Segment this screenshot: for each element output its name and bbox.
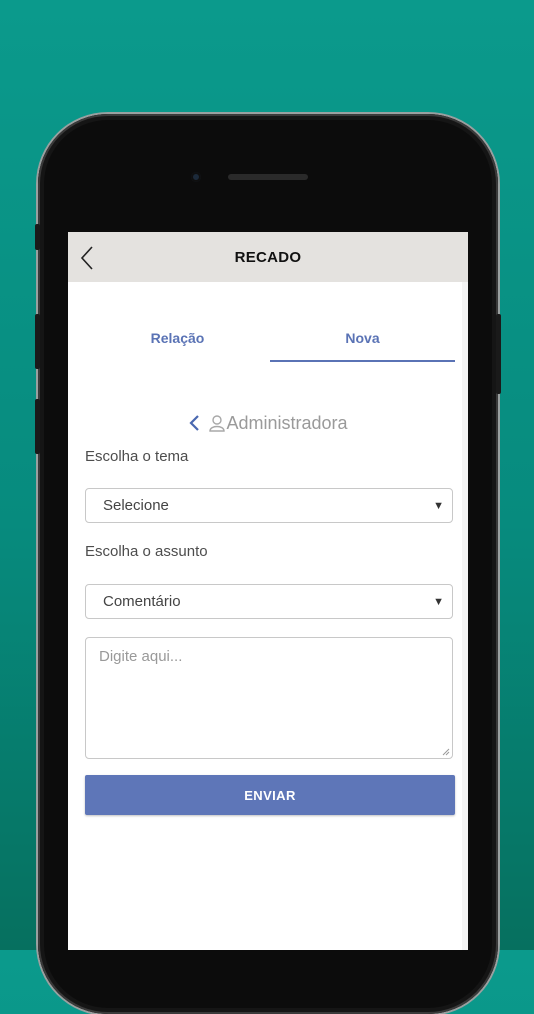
- recipient-selector: Administradora: [68, 410, 468, 436]
- page-title: RECADO: [234, 248, 302, 266]
- send-button[interactable]: ENVIAR: [85, 775, 455, 815]
- tab-bar: Relação Nova: [85, 324, 455, 362]
- subject-select[interactable]: Comentário ▼: [85, 584, 453, 619]
- volume-down-button: [35, 399, 40, 454]
- user-icon: [208, 414, 226, 432]
- subject-select-value: Comentário: [103, 593, 181, 610]
- theme-select[interactable]: Selecione ▼: [85, 488, 453, 523]
- volume-up-button: [35, 314, 40, 369]
- message-placeholder: Digite aqui...: [99, 648, 183, 665]
- power-button: [496, 314, 501, 394]
- scrollbar-track[interactable]: [462, 282, 468, 950]
- mute-switch: [35, 224, 40, 250]
- chevron-left-icon[interactable]: [188, 414, 202, 432]
- tab-nova[interactable]: Nova: [270, 324, 455, 362]
- resize-handle-icon[interactable]: [442, 748, 450, 756]
- back-arrow-icon: [80, 246, 93, 270]
- top-bar: RECADO: [68, 232, 468, 282]
- app-screen: RECADO Relação Nova Administradora Escol…: [68, 232, 468, 950]
- caret-down-icon: ▼: [433, 596, 444, 608]
- recipient-name: Administradora: [226, 412, 348, 433]
- back-button[interactable]: [76, 246, 98, 270]
- subject-label: Escolha o assunto: [85, 543, 208, 560]
- tab-relacao[interactable]: Relação: [85, 324, 270, 362]
- message-textarea[interactable]: Digite aqui...: [85, 637, 453, 759]
- speaker-grille: [228, 174, 308, 180]
- front-camera: [191, 172, 201, 182]
- caret-down-icon: ▼: [433, 500, 444, 512]
- theme-select-value: Selecione: [103, 497, 169, 514]
- theme-label: Escolha o tema: [85, 448, 189, 465]
